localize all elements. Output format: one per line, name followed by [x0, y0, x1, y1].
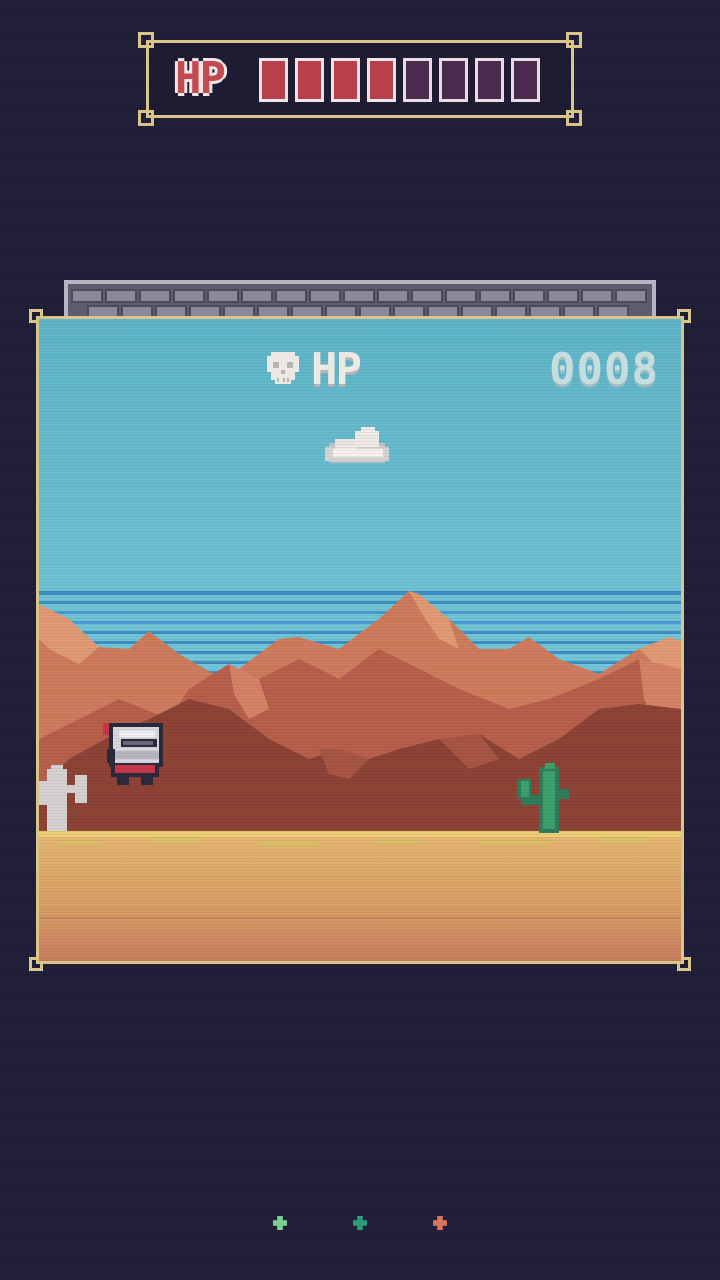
hud-hp-label: HP	[311, 344, 362, 395]
hp-bar	[259, 58, 540, 102]
hp-cell-full	[331, 58, 360, 102]
knight-player	[103, 723, 163, 785]
hp-cell-full	[295, 58, 324, 102]
hp-cell-full	[367, 58, 396, 102]
sand-ground	[39, 831, 681, 961]
score-counter: 0008	[549, 344, 659, 395]
skull-icon	[263, 348, 303, 392]
frame-corner	[138, 32, 154, 48]
page-dot[interactable]	[273, 1216, 287, 1230]
hp-cell-empty	[475, 58, 504, 102]
page-dot[interactable]	[353, 1216, 367, 1230]
hp-cell-empty	[511, 58, 540, 102]
frame-corner	[566, 110, 582, 126]
hp-cell-full	[259, 58, 288, 102]
page-indicator	[0, 1216, 720, 1232]
page-dot[interactable]	[433, 1216, 447, 1230]
game-screen[interactable]: HP 0008	[39, 319, 681, 961]
hp-label: HP	[175, 53, 226, 104]
frame-corner	[566, 32, 582, 48]
hp-panel: HP	[138, 32, 582, 126]
hp-cell-empty	[403, 58, 432, 102]
hp-cell-empty	[439, 58, 468, 102]
frame-corner	[138, 110, 154, 126]
hud-hp: HP	[263, 344, 362, 395]
brick-ledge	[64, 280, 656, 320]
